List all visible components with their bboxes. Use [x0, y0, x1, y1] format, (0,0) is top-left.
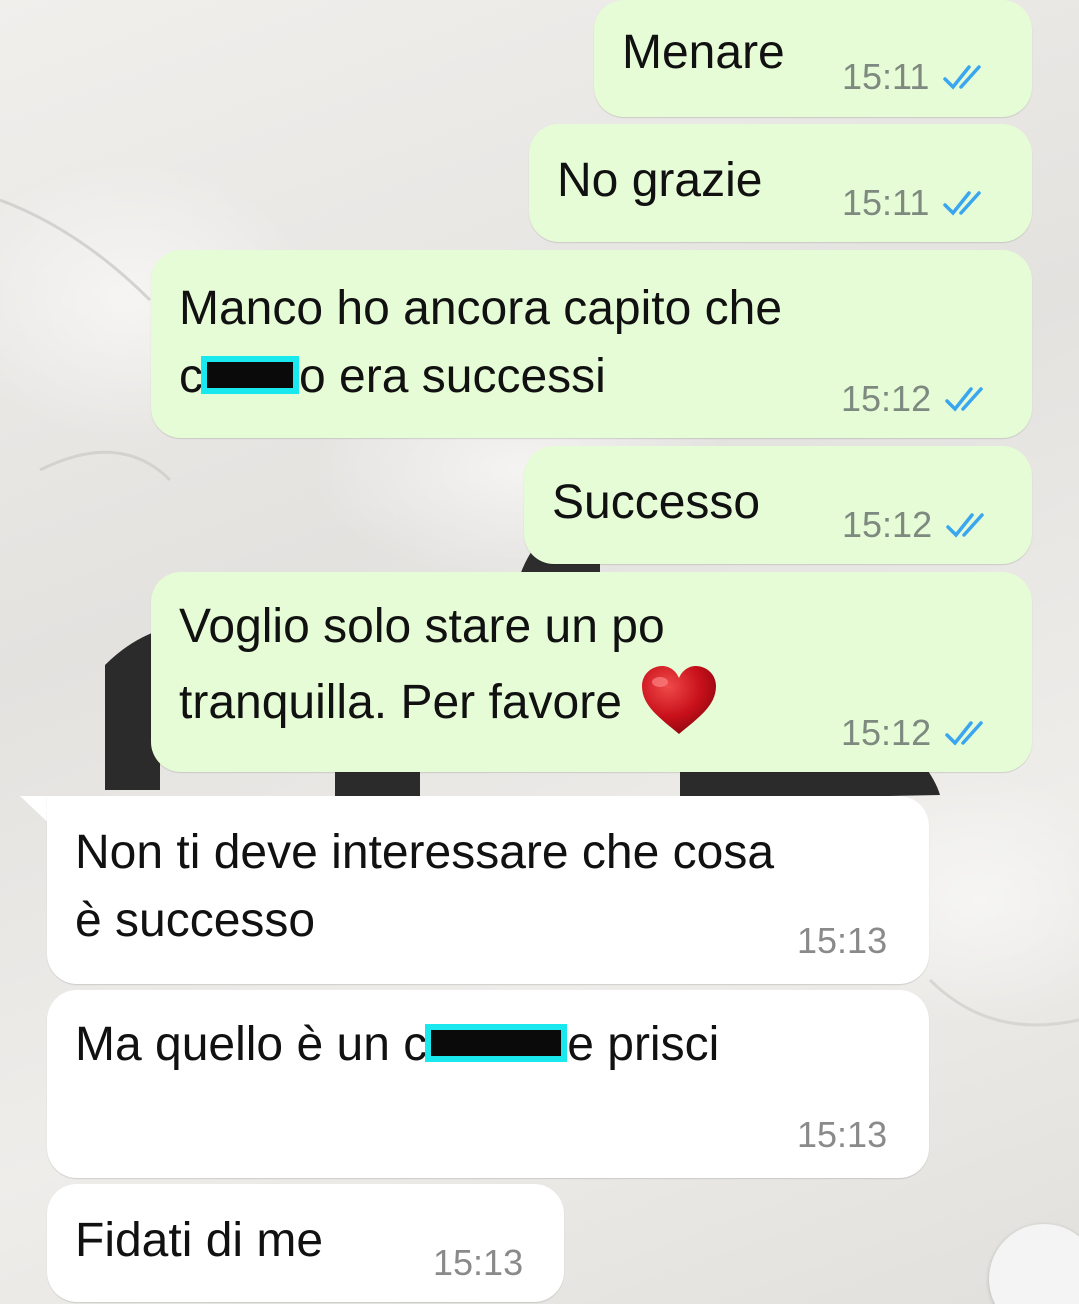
- message-text: Fidati di me: [75, 1214, 324, 1267]
- double-check-icon: [943, 191, 982, 216]
- message-time: 15:13: [797, 920, 888, 961]
- message-time: 15:11: [842, 182, 930, 223]
- message-meta: 15:12: [841, 712, 991, 754]
- message-text-line: è successo: [75, 894, 316, 947]
- double-check-icon: [943, 65, 982, 90]
- double-check-icon: [945, 721, 983, 746]
- message-text-line: Non ti deve interessare che cosa: [75, 826, 775, 879]
- heart-emoji: [641, 666, 716, 735]
- message-meta: 15:13: [797, 920, 887, 962]
- double-check-icon: [945, 387, 983, 412]
- message-bubble-incoming[interactable]: Fidati di me 15:13: [47, 1184, 564, 1302]
- message-time: 15:12: [841, 378, 932, 419]
- message-text-fragment: o era successi: [299, 350, 606, 403]
- message-bubble-outgoing[interactable]: Manco ho ancora capito che c o era succes…: [151, 250, 1032, 438]
- message-time: 15:13: [797, 1114, 888, 1155]
- message-bubble-outgoing[interactable]: Voglio solo stare un po tranquilla. Per …: [151, 572, 1032, 772]
- message-bubble-incoming[interactable]: Ma quello è un c e prisci 15:13: [47, 990, 929, 1178]
- message-text-fragment: tranquilla. Per favore: [179, 676, 622, 729]
- redaction-box: [201, 356, 299, 395]
- message-text-line: Ma quello è un c e prisci: [75, 1010, 719, 1080]
- message-bubble-outgoing[interactable]: Menare 15:11: [594, 0, 1032, 117]
- double-check-icon: [946, 513, 984, 538]
- message-bubble-incoming[interactable]: Non ti deve interessare che cosa è succe…: [47, 796, 929, 984]
- message-meta: 15:11: [842, 182, 989, 224]
- message-meta: 15:13: [433, 1242, 523, 1284]
- message-time: 15:12: [842, 504, 933, 545]
- message-time: 15:13: [433, 1242, 524, 1283]
- message-text-fragment: e prisci: [567, 1018, 720, 1071]
- message-text-line: tranquilla. Per favore: [179, 666, 718, 740]
- message-text-fragment: c: [179, 350, 203, 403]
- message-meta: 15:13: [797, 1114, 887, 1156]
- message-text-fragment: Ma quello è un c: [75, 1018, 428, 1071]
- message-time: 15:12: [841, 712, 932, 753]
- message-meta: 15:11: [842, 56, 989, 98]
- message-bubble-outgoing[interactable]: Successo 15:12: [524, 446, 1032, 564]
- message-text: No grazie: [557, 154, 763, 207]
- message-text-line: c o era successi: [179, 342, 606, 412]
- message-text: Successo: [552, 476, 761, 529]
- message-meta: 15:12: [842, 504, 992, 546]
- message-bubble-outgoing[interactable]: No grazie 15:11: [529, 124, 1032, 242]
- message-text-line: Manco ho ancora capito che: [179, 282, 783, 335]
- message-text-line: Voglio solo stare un po: [179, 600, 665, 653]
- message-time: 15:11: [842, 56, 930, 97]
- message-meta: 15:12: [841, 378, 991, 420]
- message-text: Menare: [622, 26, 785, 79]
- redaction-box: [425, 1024, 568, 1063]
